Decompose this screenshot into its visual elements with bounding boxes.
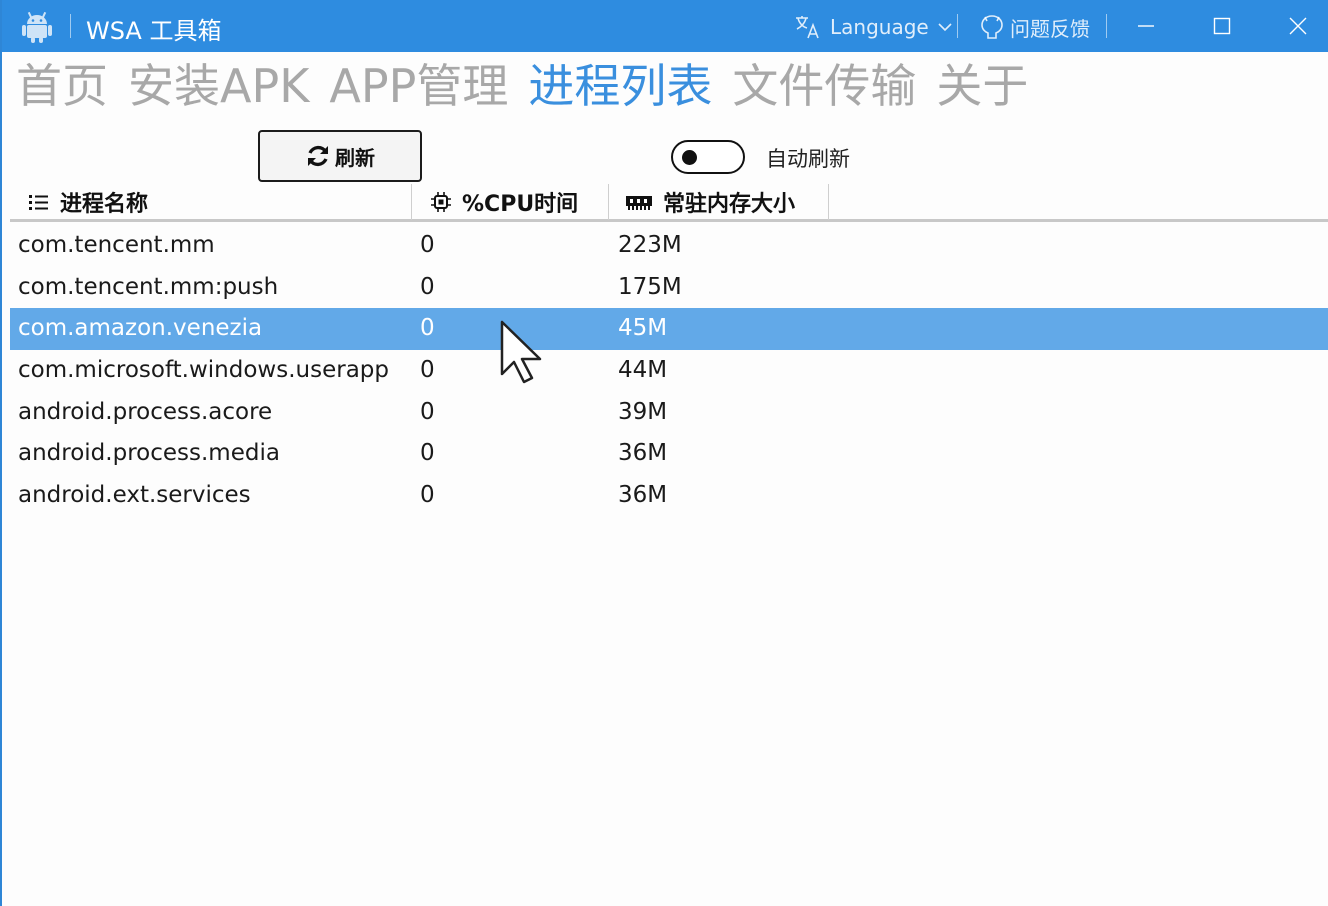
memory-size: 36M <box>618 482 668 509</box>
memory-icon <box>626 196 652 210</box>
android-icon <box>22 11 52 43</box>
table-row[interactable]: com.tencent.mm 0 223M <box>10 225 1328 267</box>
process-name: android.process.acore <box>18 398 273 425</box>
maximize-icon <box>1213 17 1231 35</box>
process-name: com.amazon.venezia <box>18 315 263 342</box>
memory-size: 45M <box>618 315 668 342</box>
table-row[interactable]: com.microsoft.windows.userapp 0 44M <box>10 350 1328 392</box>
feedback-label: 问题反馈 <box>1010 16 1090 41</box>
cpu-time: 0 <box>420 482 435 509</box>
table-row[interactable]: android.process.media 0 36M <box>10 433 1328 475</box>
tab-home[interactable]: 首页 <box>16 56 108 116</box>
column-divider[interactable] <box>608 184 609 220</box>
auto-refresh-toggle[interactable] <box>671 140 745 174</box>
memory-size: 175M <box>618 273 682 300</box>
list-icon <box>29 195 48 210</box>
auto-refresh-label: 自动刷新 <box>766 147 850 171</box>
chevron-down-icon <box>938 23 952 32</box>
table-row-selected[interactable]: com.amazon.venezia 0 45M <box>10 308 1328 351</box>
cpu-time: 0 <box>420 357 435 384</box>
process-name: android.ext.services <box>18 482 251 509</box>
column-divider[interactable] <box>828 184 829 220</box>
process-name: com.tencent.mm:push <box>18 273 279 300</box>
column-label: 进程名称 <box>60 192 149 217</box>
refresh-icon <box>308 145 328 167</box>
process-table: com.tencent.mm 0 223M com.tencent.mm:pus… <box>10 225 1328 517</box>
process-name: android.process.media <box>18 440 280 467</box>
tab-about[interactable]: 关于 <box>936 56 1028 116</box>
memory-size: 223M <box>618 232 682 258</box>
app-window: WSA 工具箱 Language 问题反馈 首页 安装APK APP管理 进程列… <box>0 0 1328 906</box>
language-menu[interactable]: Language <box>794 12 953 42</box>
process-name: com.tencent.mm <box>18 232 215 258</box>
column-label: 常驻内存大小 <box>663 192 796 217</box>
cpu-time: 0 <box>420 232 435 258</box>
title-bar: WSA 工具箱 Language 问题反馈 <box>2 0 1328 52</box>
main-nav: 首页 安装APK APP管理 进程列表 文件传输 关于 <box>16 56 1028 116</box>
language-label: Language <box>830 15 929 39</box>
column-header-resident-memory[interactable]: 常驻内存大小 <box>625 184 795 220</box>
maximize-button[interactable] <box>1192 0 1252 52</box>
memory-size: 36M <box>618 440 668 467</box>
cpu-time: 0 <box>420 440 435 467</box>
tab-install-apk[interactable]: 安装APK <box>128 56 309 116</box>
tab-app-manager[interactable]: APP管理 <box>329 56 508 116</box>
translate-icon <box>796 16 819 39</box>
title-divider <box>1106 14 1107 38</box>
process-name: com.microsoft.windows.userapp <box>18 357 389 384</box>
title-divider <box>957 14 958 38</box>
table-row[interactable]: android.ext.services 0 36M <box>10 475 1328 517</box>
tab-file-transfer[interactable]: 文件传输 <box>732 56 916 116</box>
memory-size: 39M <box>618 398 668 425</box>
cpu-icon <box>431 192 451 212</box>
close-icon <box>1289 17 1307 35</box>
cpu-time: 0 <box>420 315 435 342</box>
table-row[interactable]: com.tencent.mm:push 0 175M <box>10 267 1328 309</box>
mouse-cursor-icon <box>500 320 542 384</box>
close-button[interactable] <box>1268 0 1328 52</box>
cpu-time: 0 <box>420 398 435 425</box>
column-header-cpu-time[interactable]: %CPU时间 <box>430 184 578 220</box>
table-row[interactable]: android.process.acore 0 39M <box>10 392 1328 434</box>
column-divider[interactable] <box>411 184 412 220</box>
window-title: WSA 工具箱 <box>86 17 222 45</box>
column-label: %CPU时间 <box>462 192 579 217</box>
minimize-icon <box>1138 25 1154 27</box>
tab-process-list[interactable]: 进程列表 <box>528 56 712 116</box>
refresh-label: 刷新 <box>335 145 375 170</box>
column-header-process-name[interactable]: 进程名称 <box>28 184 148 220</box>
refresh-button[interactable]: 刷新 <box>258 130 422 182</box>
feedback-link[interactable]: 问题反馈 <box>980 12 1090 42</box>
cpu-time: 0 <box>420 273 435 300</box>
table-header: 进程名称 %CPU时间 常驻内存大小 <box>10 184 1328 222</box>
github-icon <box>981 15 1003 39</box>
toggle-knob <box>682 150 697 165</box>
memory-size: 44M <box>618 357 668 384</box>
minimize-button[interactable] <box>1116 0 1176 52</box>
title-divider <box>70 14 71 38</box>
